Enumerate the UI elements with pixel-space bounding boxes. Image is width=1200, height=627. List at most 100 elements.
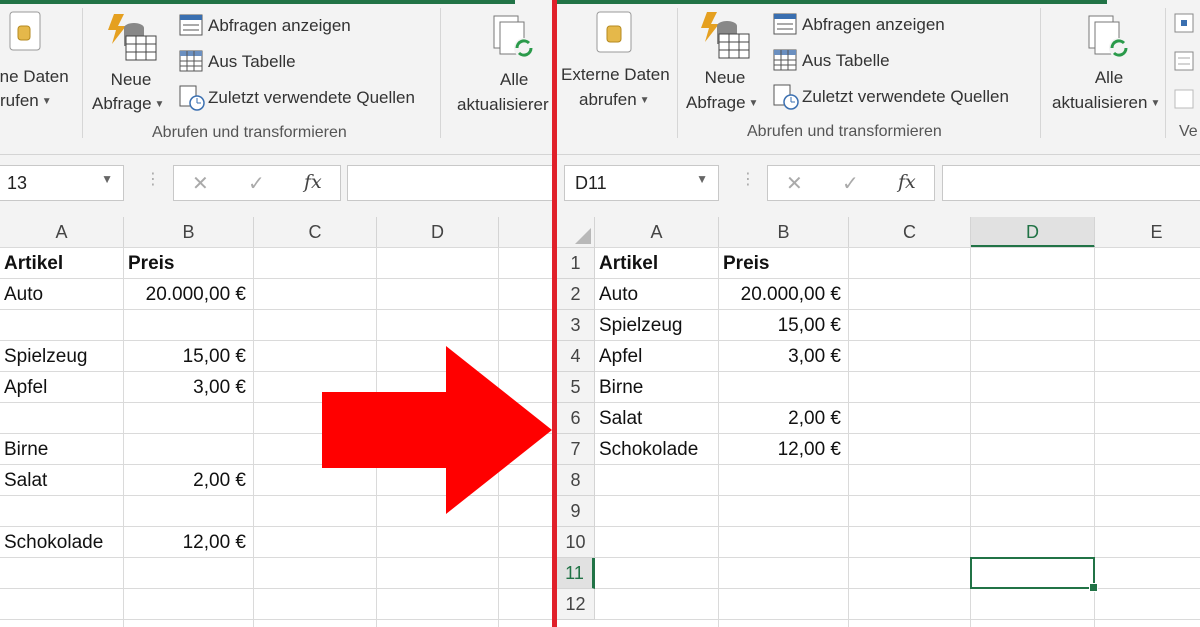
cell-b[interactable]: [124, 434, 254, 465]
column-header[interactable]: [499, 217, 552, 248]
cell-b[interactable]: [719, 496, 849, 527]
drag-handle-icon[interactable]: ⋮: [740, 169, 756, 189]
cell-a[interactable]: Salat: [0, 465, 124, 496]
cell-b[interactable]: [124, 558, 254, 589]
cell-b[interactable]: Preis: [124, 248, 254, 279]
cell-a[interactable]: [0, 589, 124, 620]
cell-b[interactable]: Preis: [719, 248, 849, 279]
cell-b[interactable]: 15,00 €: [124, 341, 254, 372]
column-header[interactable]: B: [124, 217, 254, 248]
cancel-icon[interactable]: ✕: [192, 171, 209, 196]
formula-bar: 13 ▼ ⋮ ✕ ✓ fx: [0, 155, 552, 217]
cell-b[interactable]: [124, 403, 254, 434]
cell-a[interactable]: Birne: [0, 434, 124, 465]
cancel-icon[interactable]: ✕: [786, 171, 803, 196]
column-header[interactable]: E: [1095, 217, 1200, 248]
cell-b[interactable]: 3,00 €: [124, 372, 254, 403]
row-header[interactable]: 9: [557, 496, 595, 527]
enter-icon[interactable]: ✓: [248, 171, 265, 196]
row-header[interactable]: 5: [557, 372, 595, 403]
alle-label: Alle: [1094, 68, 1124, 87]
cell-b[interactable]: [124, 589, 254, 620]
chevron-down-icon: ▼: [1150, 97, 1161, 109]
column-header[interactable]: C: [254, 217, 377, 248]
row-header[interactable]: 11: [557, 558, 595, 589]
column-header[interactable]: B: [719, 217, 849, 248]
cell-b[interactable]: 2,00 €: [124, 465, 254, 496]
name-box[interactable]: 13 ▼: [0, 165, 124, 201]
cell-a[interactable]: Apfel: [595, 341, 719, 372]
function-icon[interactable]: fx: [304, 171, 322, 193]
abrufen-label: abrufen: [579, 90, 637, 109]
cell-b[interactable]: [719, 589, 849, 620]
cell-a[interactable]: [0, 558, 124, 589]
row-header[interactable]: 10: [557, 527, 595, 558]
cell-b[interactable]: 15,00 €: [719, 310, 849, 341]
name-box[interactable]: D11 ▼: [564, 165, 719, 201]
cell-b[interactable]: [719, 372, 849, 403]
chevron-down-icon[interactable]: ▼: [696, 172, 708, 186]
row-header[interactable]: 4: [557, 341, 595, 372]
cell-a[interactable]: [0, 310, 124, 341]
cell-a[interactable]: [595, 558, 719, 589]
column-header[interactable]: A: [595, 217, 719, 248]
select-all-button[interactable]: [557, 217, 595, 248]
connections-icons[interactable]: [1172, 12, 1196, 112]
row-header[interactable]: 2: [557, 279, 595, 310]
cell-a[interactable]: [0, 403, 124, 434]
new-query-icon: [108, 14, 157, 61]
cell-a[interactable]: [595, 465, 719, 496]
abfragen-anzeigen-label: Abfragen anzeigen: [802, 15, 945, 34]
formula-input[interactable]: [347, 165, 552, 201]
cell-b[interactable]: 12,00 €: [719, 434, 849, 465]
cell-a[interactable]: Auto: [595, 279, 719, 310]
cell-b[interactable]: 12,00 €: [124, 527, 254, 558]
chevron-down-icon[interactable]: ▼: [101, 172, 113, 186]
function-icon[interactable]: fx: [898, 171, 916, 193]
cell-a[interactable]: Apfel: [0, 372, 124, 403]
abfragen-anzeigen-label: Abfragen anzeigen: [208, 16, 351, 35]
column-header[interactable]: A: [0, 217, 124, 248]
cell-a[interactable]: [0, 620, 124, 627]
enter-icon[interactable]: ✓: [842, 171, 859, 196]
cell-a[interactable]: Salat: [595, 403, 719, 434]
cell-a[interactable]: Schokolade: [595, 434, 719, 465]
cell-b[interactable]: [124, 310, 254, 341]
drag-handle-icon[interactable]: ⋮: [145, 169, 161, 189]
cell-b[interactable]: [124, 620, 254, 627]
cell-a[interactable]: [595, 589, 719, 620]
column-header[interactable]: D: [971, 217, 1095, 248]
cell-a[interactable]: Artikel: [595, 248, 719, 279]
ribbon: Externe Daten abrufen ▼ Neue Abfrage ▼ A…: [557, 0, 1200, 155]
formula-input[interactable]: [942, 165, 1200, 201]
cell-a[interactable]: Auto: [0, 279, 124, 310]
cell-b[interactable]: 3,00 €: [719, 341, 849, 372]
cell-b[interactable]: [124, 496, 254, 527]
selected-cell[interactable]: [970, 557, 1098, 592]
cell-a[interactable]: Artikel: [0, 248, 124, 279]
row-header[interactable]: 3: [557, 310, 595, 341]
cell-a[interactable]: Spielzeug: [0, 341, 124, 372]
cell-b[interactable]: 20.000,00 €: [124, 279, 254, 310]
row-header[interactable]: 6: [557, 403, 595, 434]
name-box-value: D11: [575, 173, 607, 193]
new-query-icon: [701, 12, 750, 59]
cell-b[interactable]: 20.000,00 €: [719, 279, 849, 310]
group-label: Abrufen und transformieren: [747, 123, 942, 140]
row-header[interactable]: 7: [557, 434, 595, 465]
cell-a[interactable]: [0, 496, 124, 527]
row-header[interactable]: 8: [557, 465, 595, 496]
cell-b[interactable]: [719, 465, 849, 496]
cell-a[interactable]: [595, 527, 719, 558]
cell-a[interactable]: Birne: [595, 372, 719, 403]
cell-b[interactable]: [719, 558, 849, 589]
row-header[interactable]: 12: [557, 589, 595, 620]
cell-a[interactable]: Spielzeug: [595, 310, 719, 341]
cell-a[interactable]: Schokolade: [0, 527, 124, 558]
row-header[interactable]: 1: [557, 248, 595, 279]
column-header[interactable]: D: [377, 217, 499, 248]
cell-b[interactable]: [719, 527, 849, 558]
column-header[interactable]: C: [849, 217, 971, 248]
cell-b[interactable]: 2,00 €: [719, 403, 849, 434]
cell-a[interactable]: [595, 496, 719, 527]
